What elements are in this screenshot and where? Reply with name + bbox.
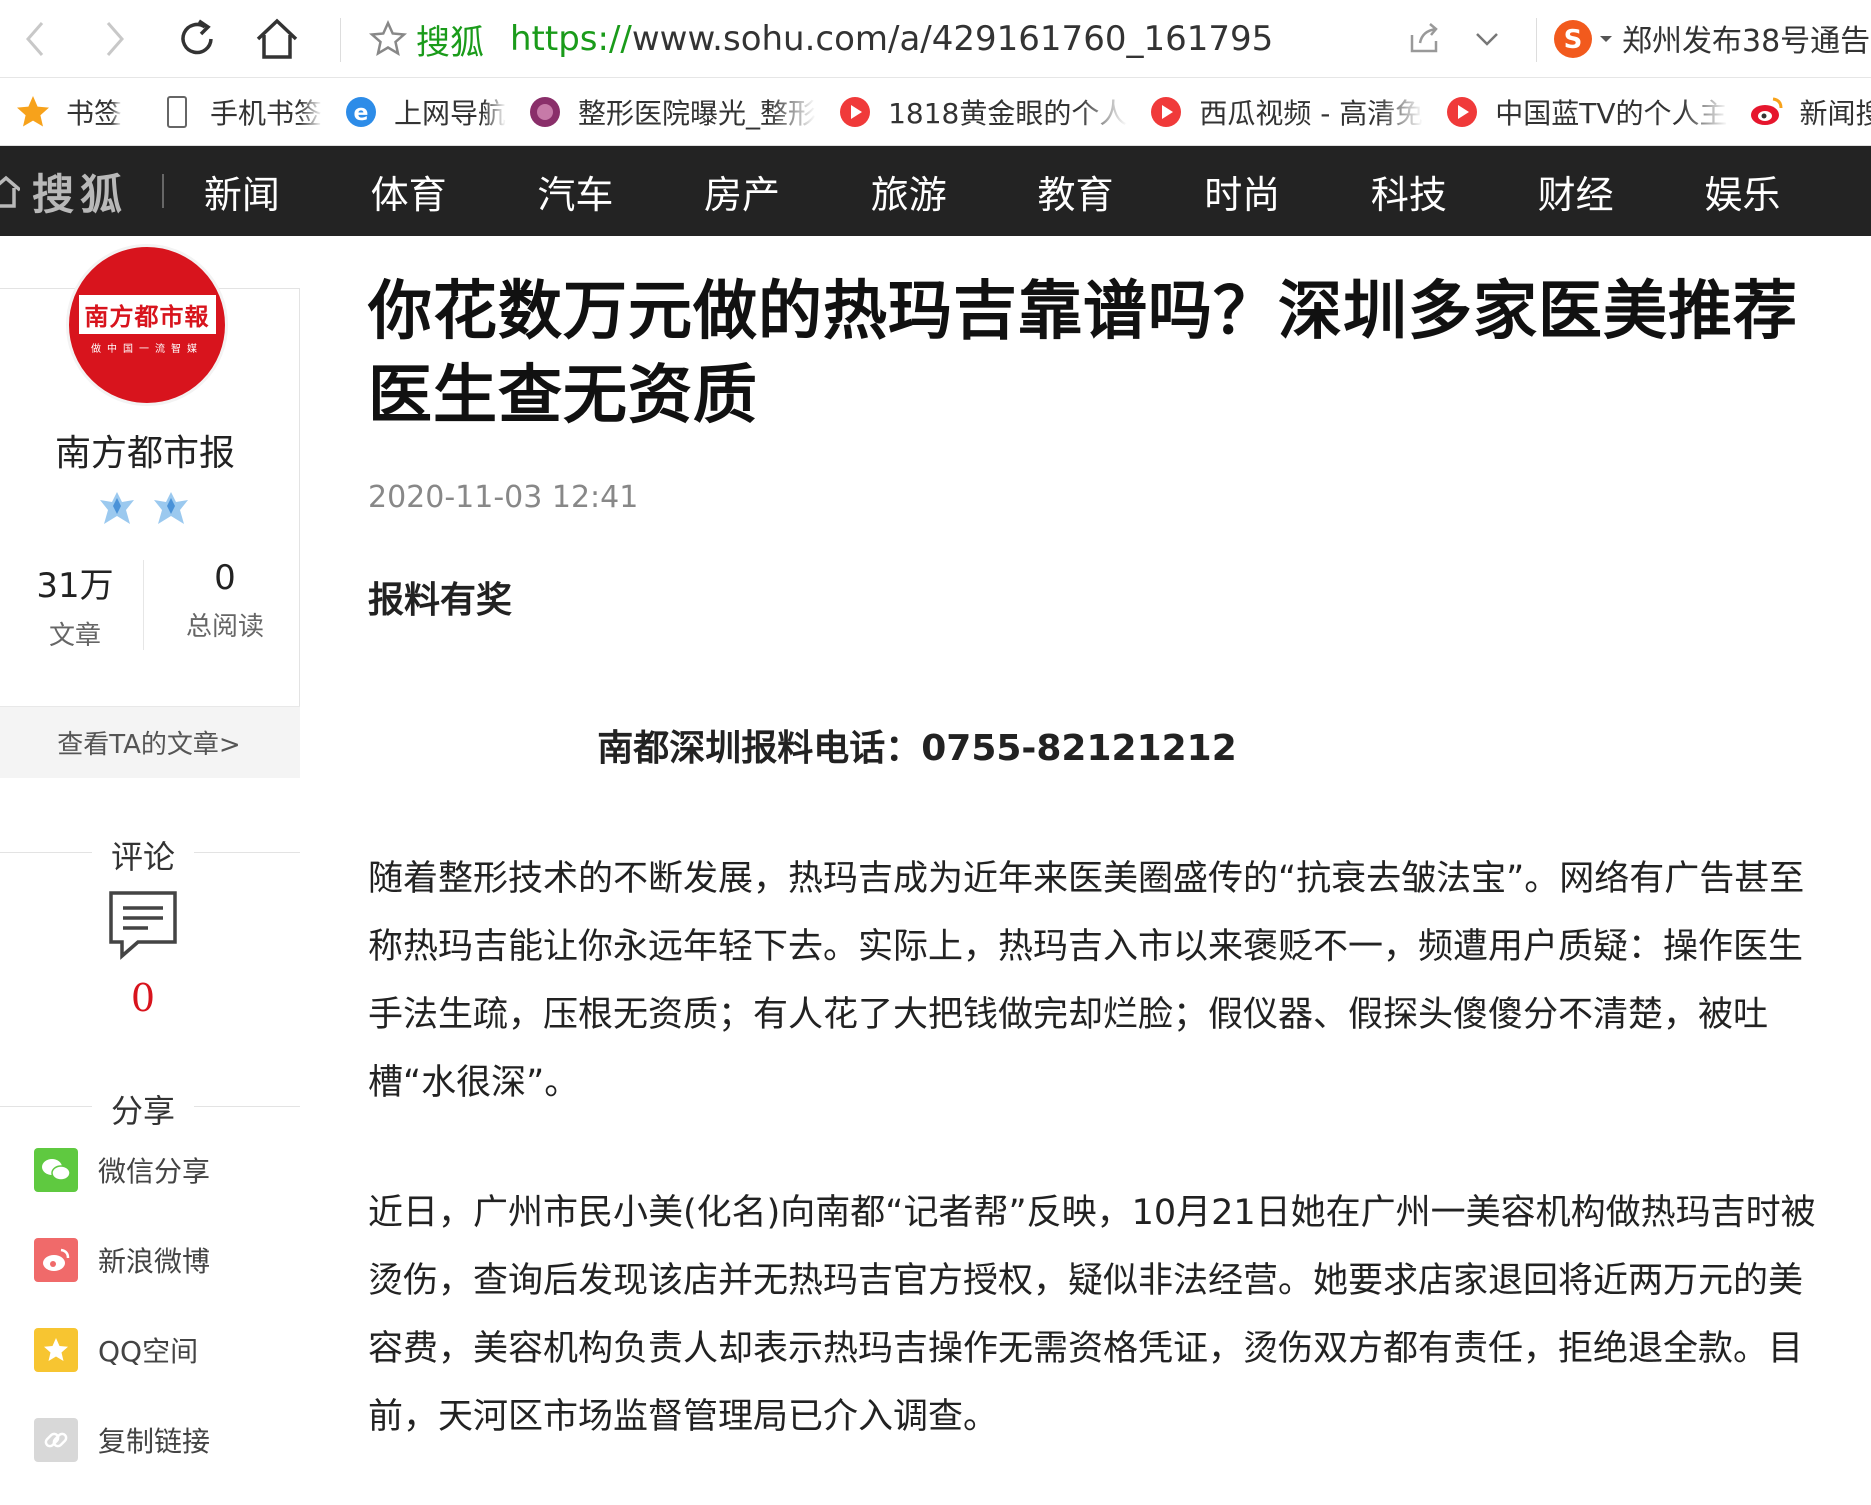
reload-icon: [181, 19, 213, 55]
forward-button[interactable]: [90, 14, 140, 64]
article-lead: 报料有奖: [368, 580, 513, 621]
article-paragraph: 近日，广州市民小美(化名)向南都“记者帮”反映，10月21日她在广州一美容机构做…: [368, 1193, 1816, 1437]
avatar[interactable]: 南方都市報 做中国一流智媒: [66, 244, 228, 406]
diamond-badge-icon: [154, 492, 188, 524]
share-page-button[interactable]: [1406, 14, 1442, 64]
article: 你花数万元做的热玛吉靠谱吗？深圳多家医美推荐医生查无资质 2020-11-03 …: [368, 270, 1828, 1451]
stat-articles-value: 31万: [36, 566, 114, 606]
weibo-icon: [1748, 93, 1786, 131]
nav-item-fashion[interactable]: 时尚: [1204, 164, 1371, 219]
author-logo-text: 南方都市報: [78, 295, 216, 334]
comments-section-title: 评论: [0, 832, 300, 876]
play-icon: [1443, 93, 1481, 131]
article-hotline: 南都深圳报料电话：0755-82121212: [597, 728, 1237, 769]
diamond-badge-icon: [100, 492, 134, 524]
bookmark-cztv[interactable]: 中国蓝TV的个人主: [1443, 78, 1728, 145]
nav-item-education[interactable]: 教育: [1037, 164, 1204, 219]
site-nav: 搜狐 新闻 体育 汽车 房产 旅游 教育 时尚 科技 财经 娱乐: [0, 146, 1871, 236]
sohu-logo[interactable]: 搜狐: [0, 161, 128, 222]
stat-articles: 31万 文章: [0, 558, 150, 652]
hospital-icon: [526, 93, 564, 131]
url-scheme: https://: [510, 19, 632, 59]
link-icon: [34, 1418, 78, 1462]
svg-text:e: e: [354, 101, 369, 126]
back-button[interactable]: [10, 14, 60, 64]
share-weibo-button[interactable]: 新浪微博: [34, 1236, 210, 1284]
home-icon: [0, 175, 20, 208]
svg-text:S: S: [1564, 25, 1583, 55]
ie-icon: e: [342, 93, 380, 131]
author-badges: [98, 490, 190, 526]
star-outline-icon[interactable]: [368, 19, 408, 59]
view-author-articles-link[interactable]: 查看TA的文章>: [0, 706, 300, 778]
bookmark-1818[interactable]: 1818黄金眼的个人: [836, 78, 1127, 145]
article-paragraph: 随着整形技术的不断发展，热玛吉成为近年来医美圈盛传的“抗衰去皱法宝”。网络有广告…: [368, 859, 1805, 1103]
site-name: 搜狐: [416, 22, 484, 63]
address-bar[interactable]: 搜狐 https://www.sohu.com/a/429161760_1617…: [340, 8, 1420, 70]
comment-icon: [109, 891, 177, 960]
home-icon: [256, 18, 298, 59]
nav-item-sports[interactable]: 体育: [371, 164, 538, 219]
phone-icon: [158, 93, 196, 131]
nav-item-house[interactable]: 房产: [704, 164, 871, 219]
copy-link-button[interactable]: 复制链接: [34, 1416, 210, 1464]
author-stats: 31万 文章 0 总阅读: [0, 558, 300, 652]
star-icon: [14, 93, 52, 131]
weibo-icon: [34, 1238, 78, 1282]
reload-button[interactable]: [172, 14, 222, 64]
share-wechat-button[interactable]: 微信分享: [34, 1146, 210, 1194]
share-section-title: 分享: [0, 1086, 300, 1130]
author-name[interactable]: 南方都市报: [0, 424, 290, 476]
chevron-right-icon: [106, 22, 124, 56]
bookmark-news-search[interactable]: 新闻搜索: [1748, 78, 1871, 145]
news-ticker[interactable]: 郑州发布38号通告: [1622, 16, 1871, 60]
wechat-icon: [34, 1148, 78, 1192]
bookmark-hospital[interactable]: 整形医院曝光_整形: [526, 78, 816, 145]
url-path: www.sohu.com/a/429161760_161795: [631, 19, 1274, 59]
browser-toolbar: 搜狐 https://www.sohu.com/a/429161760_1617…: [0, 0, 1871, 78]
share-icon: [1410, 23, 1438, 53]
play-icon: [836, 93, 874, 131]
play-icon: [1147, 93, 1185, 131]
stat-reads-label: 总阅读: [185, 612, 264, 642]
author-logo-subtitle: 做中国一流智媒: [91, 344, 203, 355]
search-engine-button[interactable]: S: [1552, 14, 1614, 64]
qzone-star-icon: [34, 1328, 78, 1372]
bookmarks-bar: 书签 手机书签 e 上网导航 整形医院曝光_整形 1818黄金眼的个人 西瓜视频…: [0, 78, 1871, 146]
bookmark-nav[interactable]: e 上网导航: [342, 78, 506, 145]
stat-reads-value: 0: [214, 558, 236, 598]
caret-down-icon: [1600, 36, 1612, 42]
article-date: 2020-11-03 12:41: [368, 480, 639, 515]
nav-item-finance[interactable]: 财经: [1538, 164, 1705, 219]
bookmark-mobile[interactable]: 手机书签: [158, 78, 322, 145]
nav-item-auto[interactable]: 汽车: [537, 164, 704, 219]
home-button[interactable]: [252, 14, 302, 64]
bookmark-xigua[interactable]: 西瓜视频 - 高清免: [1147, 78, 1423, 145]
nav-item-news[interactable]: 新闻: [204, 164, 371, 219]
address-dropdown-button[interactable]: [1472, 14, 1502, 64]
comment-count: 0: [130, 976, 156, 1020]
nav-item-tech[interactable]: 科技: [1371, 164, 1538, 219]
stat-reads: 0 总阅读: [150, 558, 300, 652]
stat-articles-label: 文章: [48, 621, 101, 651]
nav-item-travel[interactable]: 旅游: [871, 164, 1038, 219]
share-qzone-button[interactable]: QQ空间: [34, 1326, 198, 1374]
bookmark-folder-bookmarks[interactable]: 书签: [14, 78, 122, 145]
nav-item-entertainment[interactable]: 娱乐: [1704, 164, 1871, 219]
chevron-down-icon: [1476, 33, 1498, 46]
sogou-icon: S: [1554, 20, 1592, 58]
article-title: 你花数万元做的热玛吉靠谱吗？深圳多家医美推荐医生查无资质: [368, 275, 1798, 433]
chevron-left-icon: [26, 22, 44, 56]
comment-button[interactable]: [108, 890, 178, 964]
